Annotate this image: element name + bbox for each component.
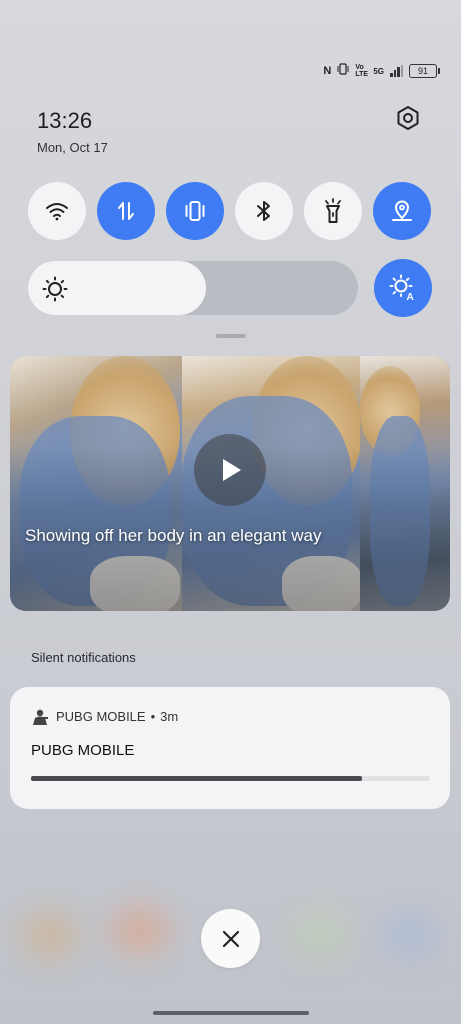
status-bar: N Vo LTE 5G 91 (323, 62, 440, 80)
tile-wifi[interactable] (28, 182, 86, 240)
play-icon (223, 459, 241, 481)
notification-app-name: PUBG MOBILE (56, 709, 146, 724)
media-title: Showing off her body in an elegant way (25, 526, 322, 545)
settings-button[interactable] (393, 103, 423, 133)
download-progress-fill (31, 776, 363, 781)
signal-icon (390, 65, 403, 77)
notification-separator: • (150, 709, 156, 724)
download-progress-bar (31, 776, 430, 781)
tile-bluetooth[interactable] (235, 182, 293, 240)
home-indicator[interactable] (153, 1011, 309, 1015)
vibrate-status-icon (337, 62, 349, 80)
pubg-app-icon (31, 708, 49, 731)
clear-all-button[interactable] (201, 909, 260, 968)
nfc-icon: N (323, 65, 332, 77)
notification-header: PUBG MOBILE • 3m (56, 709, 178, 724)
media-card[interactable]: Showing off her body in an elegant way (10, 356, 450, 611)
battery-level: 91 (417, 66, 428, 76)
sun-icon (42, 276, 68, 307)
play-button[interactable] (194, 434, 266, 506)
auto-brightness-letter: A (407, 292, 414, 302)
silent-notifications-label: Silent notifications (31, 650, 136, 665)
wifi-icon (46, 203, 68, 221)
data-arrows-icon (118, 202, 134, 220)
clock-date: Mon, Oct 17 (37, 140, 108, 155)
notification-time: 3m (160, 709, 179, 724)
clock-time: 13:26 (37, 108, 93, 133)
flashlight-icon (325, 198, 341, 223)
location-icon (392, 200, 412, 221)
5g-icon: 5G (373, 66, 384, 76)
bluetooth-icon (257, 201, 270, 221)
brightness-slider[interactable] (28, 261, 358, 315)
volte-icon: Vo LTE (355, 64, 369, 78)
tile-flashlight[interactable] (304, 182, 362, 240)
auto-brightness-icon: A (389, 274, 414, 302)
close-icon (222, 930, 239, 947)
notification-card[interactable]: PUBG MOBILE • 3m PUBG MOBILE (10, 687, 450, 809)
battery-icon: 91 (409, 64, 440, 78)
quick-settings-tiles (28, 182, 431, 240)
auto-brightness-button[interactable]: A (374, 259, 432, 317)
vibrate-icon (185, 201, 205, 221)
tile-location[interactable] (373, 182, 431, 240)
tile-vibrate[interactable] (166, 182, 224, 240)
tile-mobile-data[interactable] (97, 182, 155, 240)
panel-drag-handle[interactable] (216, 334, 246, 338)
gear-icon (397, 106, 419, 130)
notification-title: PUBG MOBILE (31, 742, 135, 759)
